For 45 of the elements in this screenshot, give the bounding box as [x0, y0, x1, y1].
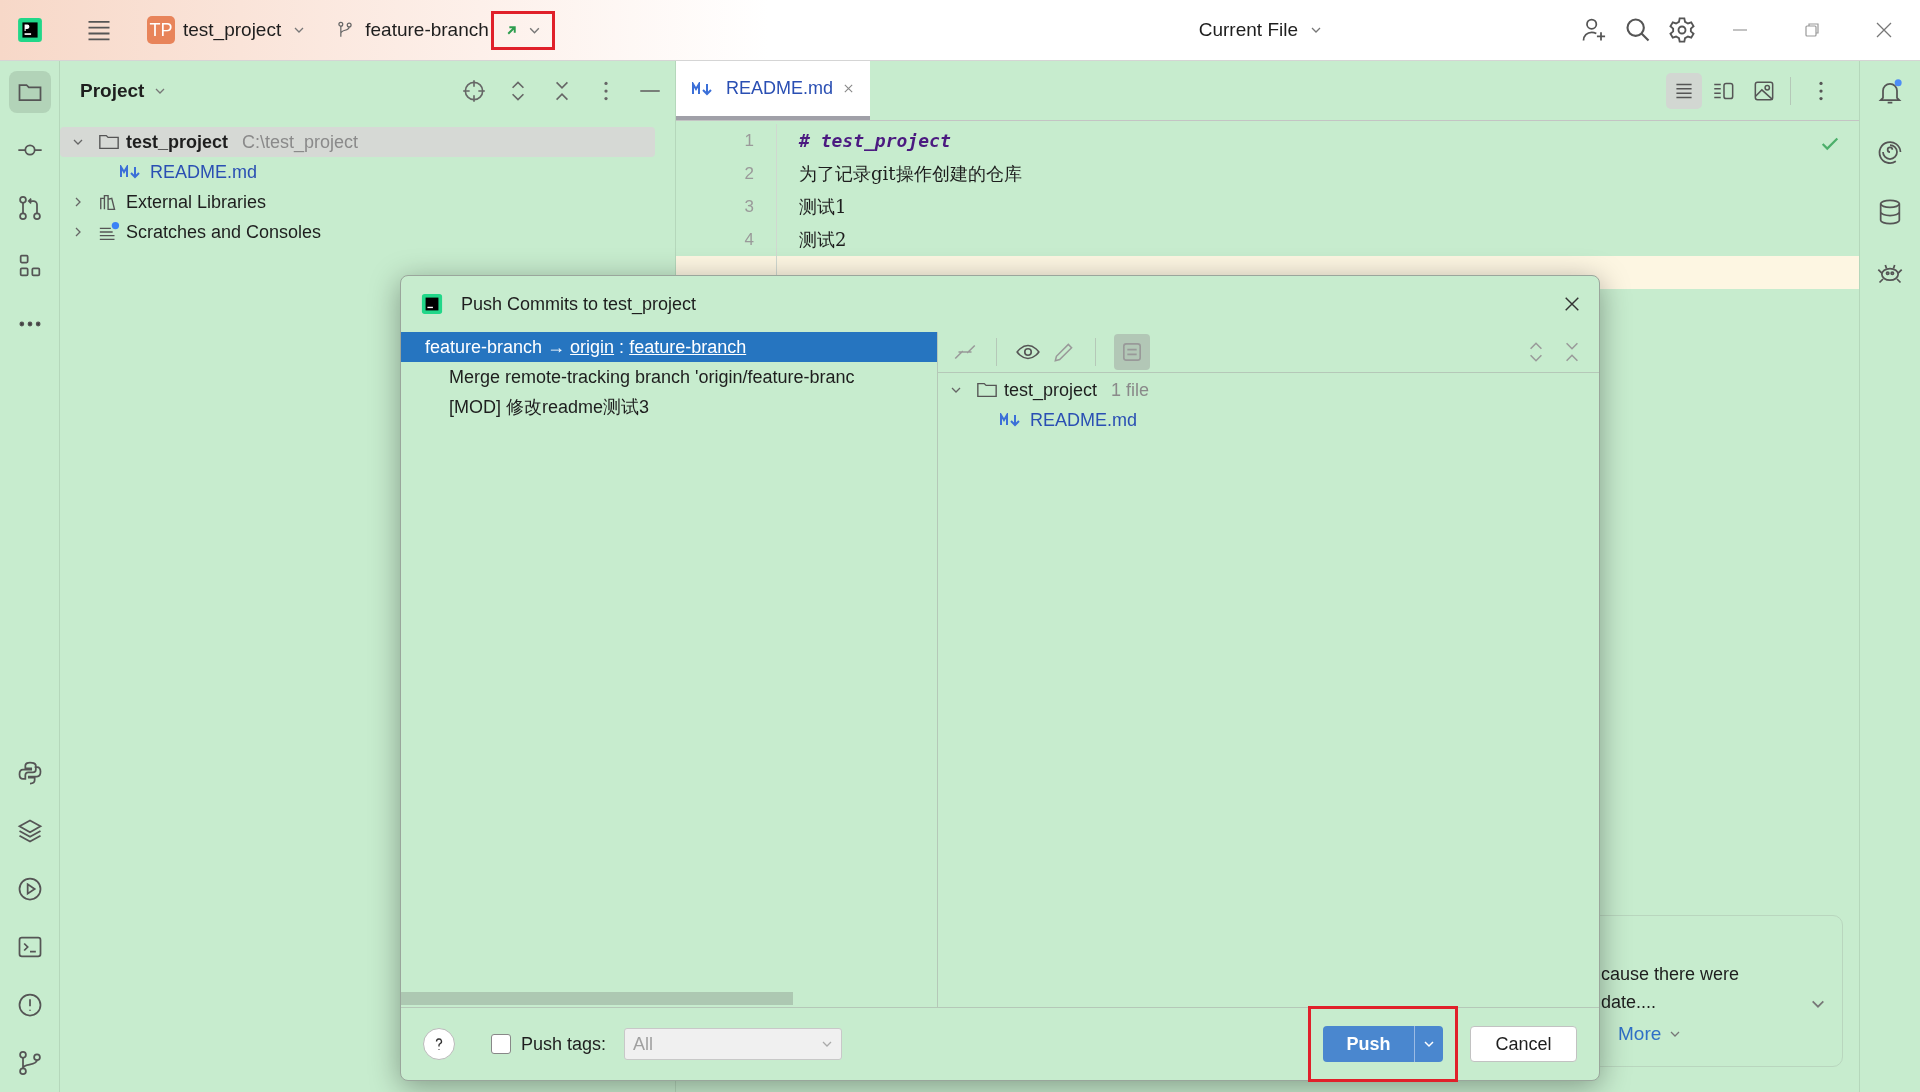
add-user-icon[interactable]	[1580, 16, 1608, 44]
folder-name[interactable]: test_project	[1004, 379, 1098, 401]
scrollbar-thumb[interactable]	[401, 992, 793, 1005]
branch-selector[interactable]: feature-branch	[335, 19, 489, 41]
project-selector[interactable]: TP test_project	[141, 12, 312, 48]
line-number: 1	[744, 130, 754, 151]
tree-item[interactable]: README.md	[60, 157, 655, 187]
help-button[interactable]	[423, 1028, 455, 1060]
code-line: 为了记录git操作创建的仓库	[798, 161, 1022, 186]
push-target-row[interactable]: feature-branch → origin : feature-branch	[401, 332, 937, 362]
line-number: 2	[744, 163, 754, 184]
changed-file[interactable]: README.md	[1030, 409, 1137, 431]
push-tags-checkbox[interactable]	[491, 1034, 511, 1054]
crosshair-icon[interactable]	[461, 78, 487, 104]
close-icon[interactable]	[1874, 20, 1894, 40]
code-line: 测试2	[798, 227, 847, 252]
project-view-selector[interactable]: Project	[80, 80, 167, 102]
caret-icon	[1423, 1038, 1435, 1050]
folder-icon[interactable]	[8, 71, 51, 113]
line-number: 3	[744, 196, 754, 217]
settings-icon[interactable]	[1668, 16, 1696, 44]
app-logo-icon[interactable]	[17, 17, 43, 43]
lines-icon[interactable]	[1666, 72, 1702, 109]
run-configuration-selector[interactable]: Current File	[1198, 19, 1322, 41]
remote-link[interactable]: origin	[570, 336, 615, 358]
tree-item[interactable]: External Libraries	[60, 187, 655, 217]
app-logo-icon	[421, 293, 443, 315]
more-link[interactable]: More	[1618, 1023, 1682, 1045]
code-line: 测试1	[798, 194, 847, 219]
push-tags-label: Push tags:	[521, 1033, 607, 1055]
commit-item[interactable]: Merge remote-tracking branch 'origin/feature-branc	[401, 362, 937, 392]
commit-item[interactable]: [MOD] 修改readme测试3	[401, 392, 937, 422]
code-line: # test_project	[797, 130, 951, 151]
line-number: 4	[744, 229, 754, 250]
close-icon[interactable]	[1563, 295, 1581, 313]
cancel-button[interactable]: Cancel	[1470, 1026, 1577, 1062]
dialog-title: Push Commits to test_project	[461, 293, 697, 315]
list-icon	[98, 221, 120, 243]
file-count: 1 file	[1111, 379, 1150, 401]
notification-text: cause there were date....	[1601, 963, 1740, 1014]
tree-item[interactable]: test_project C:\test_project	[60, 127, 655, 157]
tree-item[interactable]: Scratches and Consoles	[60, 217, 655, 247]
target-branch-link[interactable]: feature-branch	[629, 336, 747, 358]
editor-tab[interactable]: README.md	[676, 61, 870, 120]
search-icon[interactable]	[1624, 16, 1652, 44]
